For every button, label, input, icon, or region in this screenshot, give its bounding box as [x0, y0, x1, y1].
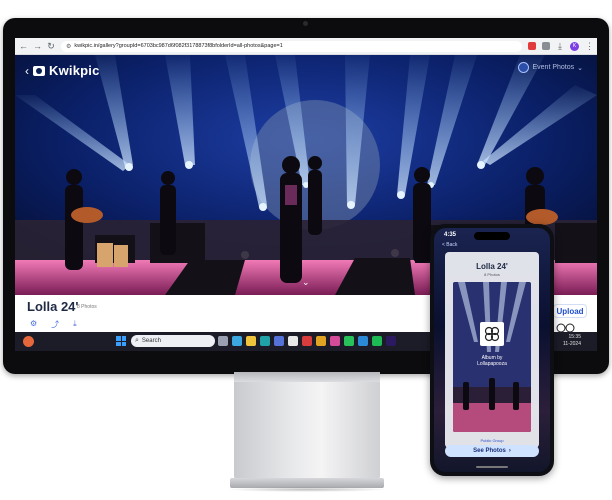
- extension-red-icon[interactable]: [528, 42, 536, 50]
- webcam: [303, 21, 308, 26]
- url-text: kwikpic.in/gallery?groupId=6703bc987d6f0…: [74, 43, 283, 49]
- scroll-down-icon[interactable]: ⌄: [302, 277, 310, 288]
- showcase: ← → ↻ ⚙ kwikpic.in/gallery?groupId=6703b…: [0, 0, 612, 500]
- user-name: Event Photos: [532, 64, 575, 71]
- clock-date: 11-2024: [563, 341, 581, 347]
- download-icon[interactable]: ⤓: [73, 319, 77, 330]
- see-photos-button[interactable]: See Photos ›: [445, 445, 539, 457]
- phone-album-count: 8 Photos: [484, 272, 500, 277]
- taskbar-search[interactable]: ⌕ Search: [131, 335, 215, 347]
- album-owner: Album by Lollapapooza: [445, 355, 539, 367]
- album-title: Lolla 24': [27, 299, 79, 314]
- stand-shadow: [226, 487, 388, 492]
- premiere-icon[interactable]: [386, 336, 396, 346]
- phone-back-button[interactable]: < Back: [442, 242, 457, 248]
- site-info-icon[interactable]: ⚙: [66, 43, 71, 50]
- public-group-label: Public Group: [480, 438, 504, 443]
- system-clock[interactable]: 15:35 11-2024: [563, 334, 581, 348]
- user-menu[interactable]: Event Photos ⌄: [518, 62, 583, 73]
- see-photos-label: See Photos: [473, 448, 506, 454]
- windows-start-icon[interactable]: [116, 336, 126, 346]
- copilot-icon[interactable]: [232, 336, 242, 346]
- taskbar-search-label: Search: [141, 338, 161, 344]
- search-icon: ⌕: [135, 337, 139, 344]
- brand-name: Kwikpic: [49, 63, 100, 78]
- address-bar[interactable]: ⚙ kwikpic.in/gallery?groupId=6703bc987d6…: [61, 40, 522, 52]
- monitor-stand-hinge: [234, 372, 380, 382]
- phone: 4:35 < Back Lolla 24' 8 Photos Album by …: [430, 224, 554, 476]
- store-icon[interactable]: [274, 336, 284, 346]
- taskbar-apps: [218, 336, 396, 346]
- browser-toolbar: ← → ↻ ⚙ kwikpic.in/gallery?groupId=6703b…: [15, 38, 597, 55]
- app-blue-icon[interactable]: [358, 336, 368, 346]
- profile-avatar[interactable]: K: [570, 41, 579, 51]
- phone-album-title: Lolla 24': [476, 262, 508, 271]
- home-indicator[interactable]: [476, 466, 508, 468]
- phone-screen: 4:35 < Back Lolla 24' 8 Photos Album by …: [434, 228, 550, 472]
- reload-button[interactable]: ↻: [47, 41, 55, 51]
- album-photo-count: 8 Photos: [77, 304, 97, 310]
- phone-album-card: Lolla 24' 8 Photos Album by Lollapapooza…: [445, 252, 539, 448]
- brand: ‹ Kwikpic: [25, 63, 100, 78]
- edge-icon[interactable]: [260, 336, 270, 346]
- menu-icon[interactable]: ⋮: [585, 41, 594, 51]
- task-view-icon[interactable]: [218, 336, 228, 346]
- chevron-down-icon: ⌄: [577, 64, 583, 72]
- whatsapp-icon[interactable]: [344, 336, 354, 346]
- chrome-icon[interactable]: [316, 336, 326, 346]
- phone-status-time: 4:35: [444, 232, 457, 238]
- back-button[interactable]: ←: [19, 41, 28, 51]
- album-owner-name: Lollapapooza: [477, 361, 507, 367]
- album-actions: ⚙ ⤴ ⤓: [30, 319, 77, 330]
- extension-puzzle-icon[interactable]: [542, 42, 550, 50]
- camera-logo-icon: [33, 65, 45, 76]
- forward-button[interactable]: →: [33, 41, 42, 51]
- file-explorer-icon[interactable]: [246, 336, 256, 346]
- calendar-icon[interactable]: [288, 336, 298, 346]
- download-icon[interactable]: ⤓: [556, 41, 564, 51]
- user-avatar: [518, 62, 530, 73]
- app-red-icon[interactable]: [302, 336, 312, 346]
- album-logo-icon: [480, 322, 504, 346]
- spotify-icon[interactable]: [372, 336, 382, 346]
- clock-time: 15:35: [568, 334, 581, 340]
- share-icon[interactable]: ⤴: [51, 319, 59, 330]
- phone-notch: [474, 232, 510, 240]
- app-pink-icon[interactable]: [330, 336, 340, 346]
- settings-icon[interactable]: ⚙: [30, 319, 37, 330]
- chevron-right-icon: ›: [508, 448, 511, 454]
- arrow-left-icon[interactable]: ‹: [25, 65, 29, 77]
- upload-button[interactable]: Upload: [553, 304, 587, 318]
- monitor-stand: [234, 372, 380, 480]
- weather-icon[interactable]: [23, 336, 34, 347]
